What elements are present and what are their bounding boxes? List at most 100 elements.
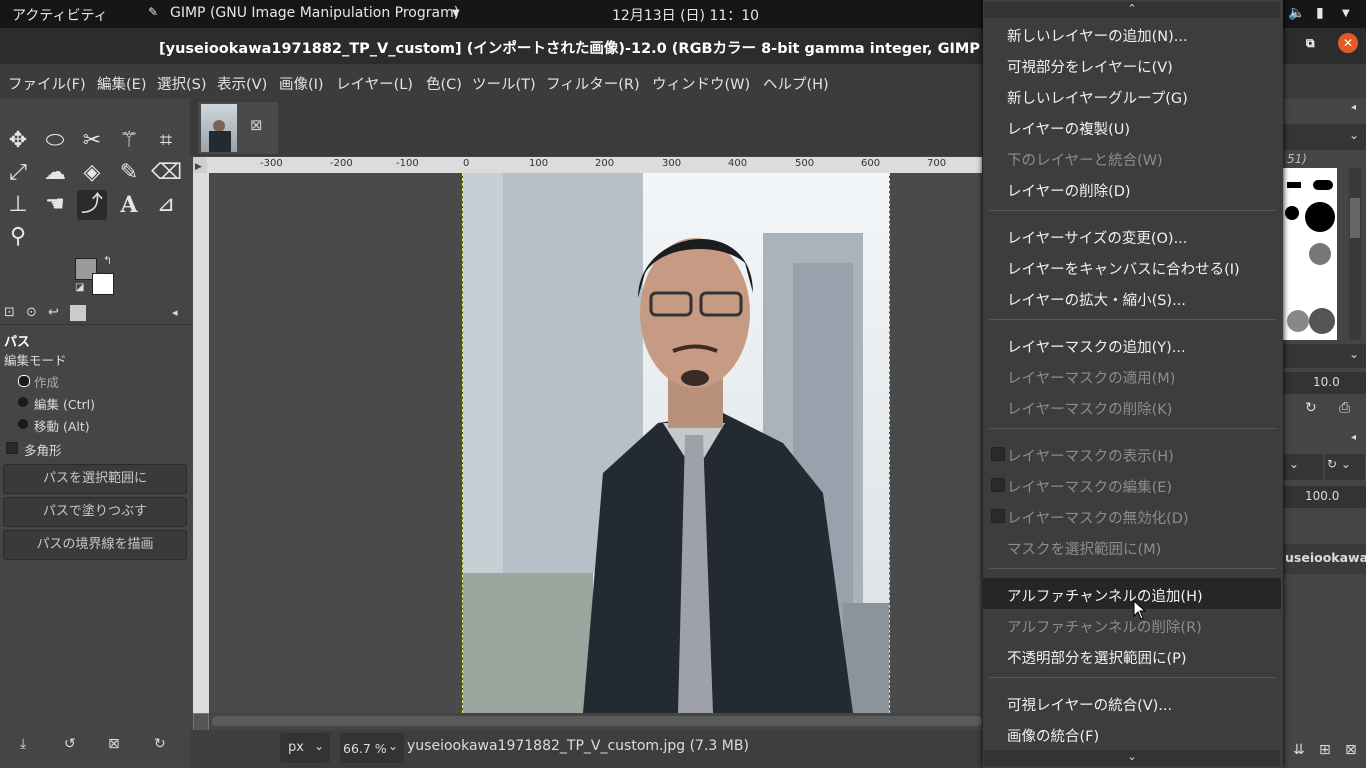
clock[interactable]: 12月13日 (日) 11：10 [612,5,759,25]
volume-icon[interactable]: 🔈 [1288,5,1305,21]
delete-tool-preset-icon[interactable]: ⊠ [108,736,120,752]
dock-menu-icon[interactable]: ◂ [1351,432,1356,443]
quick-mask-toggle[interactable] [193,713,209,731]
fill-path-button[interactable]: パスで塗りつぶす [3,497,187,527]
app-menu-button[interactable]: GIMP (GNU Image Manipulation Program) [170,5,459,21]
background-color-swatch[interactable] [92,273,114,295]
scroll-down-arrow[interactable]: ⌄ [984,750,1280,766]
save-tool-preset-icon[interactable]: ⤓ [20,736,26,752]
opacity-field[interactable]: 100.0 [1283,486,1366,508]
menu-layer[interactable]: レイヤー(L) [336,73,413,94]
horizontal-ruler[interactable]: -300 -200 -100 0 100 200 300 400 500 600… [207,157,982,173]
menu-item-new-from-visible[interactable]: 可視部分をレイヤーに(V) [1007,56,1173,77]
merge-layer-icon[interactable]: ⇊ [1293,742,1305,758]
maximize-icon[interactable]: ⧉ [1306,36,1315,51]
layer-row[interactable]: useiookawa19 [1283,544,1366,574]
menu-item-layer-to-image-size[interactable]: レイヤーをキャンバスに合わせる(I) [1007,258,1240,279]
menu-item-flatten-image[interactable]: 画像の統合(F) [1007,725,1099,746]
bucket-fill-icon[interactable]: ◈ [77,158,107,188]
open-brush-icon[interactable]: ⎙ [1339,400,1350,416]
images-tab-icon[interactable] [70,305,86,321]
device-status-tab-icon[interactable]: ⊙ [26,305,37,320]
battery-icon[interactable]: ▮ [1316,5,1324,21]
ellipse-select-icon[interactable]: ⬭ [40,126,70,156]
menu-file[interactable]: ファイル(F) [8,73,86,94]
smudge-icon[interactable]: ☚ [40,190,70,220]
menu-image[interactable]: 画像(I) [279,73,324,94]
delete-layer-icon[interactable]: ⊠ [1345,742,1357,758]
menu-item-duplicate-layer[interactable]: レイヤーの複製(U) [1007,118,1130,139]
brush-grid[interactable] [1283,168,1337,340]
scissors-icon[interactable]: ✂ [77,126,107,156]
path-to-selection-button[interactable]: パスを選択範囲に [3,464,187,494]
menu-item-layer-boundary-size[interactable]: レイヤーサイズの変更(O)... [1007,227,1187,248]
menu-select[interactable]: 選択(S) [157,73,207,94]
crop-icon[interactable]: ⌗ [151,126,181,156]
brush-filter-select[interactable]: ⌄ [1283,124,1366,150]
composite-mode-select[interactable]: ↻ ⌄ [1325,454,1365,480]
undo-history-tab-icon[interactable]: ↩ [48,305,59,320]
menu-edit[interactable]: 編集(E) [97,73,146,94]
menu-item-add-alpha-channel[interactable]: アルファチャンネルの追加(H) [1007,585,1203,606]
menu-item-show-layer-mask: レイヤーマスクの表示(H) [1007,449,1174,465]
polygon-checkbox[interactable] [6,442,18,454]
dock-menu-icon[interactable]: ◂ [172,306,178,319]
clone-icon[interactable]: ⊥ [3,190,33,220]
menu-tools[interactable]: ツール(T) [472,73,536,94]
close-tab-icon[interactable]: ⊠ [250,116,263,134]
unit-select[interactable]: px ⌄ [280,733,330,763]
brush-scrollbar[interactable] [1349,168,1361,340]
brush-dropdown[interactable]: ⌄ [1283,344,1366,368]
menu-item-new-layer-group[interactable]: 新しいレイヤーグループ(G) [1007,87,1188,108]
spacing-field[interactable]: 10.0 [1283,372,1366,394]
layer-mask-icon[interactable]: ⊞ [1319,742,1331,758]
radio-create[interactable] [18,375,30,387]
menu-help[interactable]: ヘルプ(H) [763,73,829,94]
dock-menu-icon[interactable]: ◂ [1351,102,1356,113]
menu-filters[interactable]: フィルター(R) [546,73,640,94]
eraser-icon[interactable]: ⌫ [151,158,182,188]
radio-edit[interactable] [18,397,28,407]
reset-tool-options-icon[interactable]: ↻ [154,736,166,752]
layer-mode-select[interactable]: ⌄ [1283,454,1323,480]
system-menu-icon[interactable]: ▼ [1342,8,1350,19]
unified-transform-icon[interactable]: ⤢ [3,158,33,188]
text-tool-icon[interactable]: A [114,190,144,220]
zoom-select[interactable]: 66.7 % ⌄ [340,733,404,763]
measure-icon[interactable]: ⊿ [151,190,181,220]
right-dock: ◂ ⌄ 51) ⌄ 10.0 ↻ ⎙ ◂ ⌄ ↻ ⌄ 100.0 useiook… [1283,98,1366,768]
close-window-icon[interactable]: ✕ [1338,33,1358,53]
chevron-down-icon: ▼ [452,8,460,19]
stroke-path-button[interactable]: パスの境界線を描画 [3,530,187,560]
warp-icon[interactable]: ☁ [40,158,70,188]
vertical-ruler[interactable] [193,173,209,713]
menu-color[interactable]: 色(C) [426,73,462,94]
image-tab[interactable]: ⊠ [198,102,278,154]
menu-item-add-layer-mask[interactable]: レイヤーマスクの追加(Y)... [1007,336,1186,357]
move-tool-icon[interactable]: ✥ [3,126,33,156]
zoom-icon[interactable]: ⚲ [3,222,33,252]
paintbrush-icon[interactable]: ✎ [114,158,144,188]
menu-item-merge-visible-layers[interactable]: 可視レイヤーの統合(V)... [1007,694,1172,715]
paths-tool-icon[interactable]: ⤴ [77,190,107,220]
chevron-down-icon: ⌄ [388,739,399,753]
menu-view[interactable]: 表示(V) [217,73,267,94]
menu-item-alpha-to-selection[interactable]: 不透明部分を選択範囲に(P) [1007,647,1187,668]
fuzzy-select-icon[interactable]: ⚚ [114,126,144,156]
menu-item-new-layer[interactable]: 新しいレイヤーの追加(N)... [1007,25,1188,46]
image-canvas[interactable] [462,173,890,713]
ruler-corner[interactable]: ▶ [193,157,207,173]
swap-colors-icon[interactable]: ↰ [103,254,112,267]
ruler-label: 100 [529,158,549,169]
horizontal-scrollbar[interactable] [212,716,982,726]
scroll-up-arrow[interactable]: ⌃ [984,2,1280,18]
tool-options-tab-icon[interactable]: ⊡ [4,305,15,320]
radio-move[interactable] [18,419,28,429]
menu-windows[interactable]: ウィンドウ(W) [652,73,750,94]
activities-button[interactable]: アクティビティ [12,5,108,25]
menu-item-delete-layer[interactable]: レイヤーの削除(D) [1007,180,1131,201]
menu-item-scale-layer[interactable]: レイヤーの拡大・縮小(S)... [1007,289,1186,310]
default-colors-icon[interactable]: ◪ [75,282,84,293]
restore-tool-preset-icon[interactable]: ↺ [64,736,76,752]
refresh-brushes-icon[interactable]: ↻ [1305,400,1317,416]
